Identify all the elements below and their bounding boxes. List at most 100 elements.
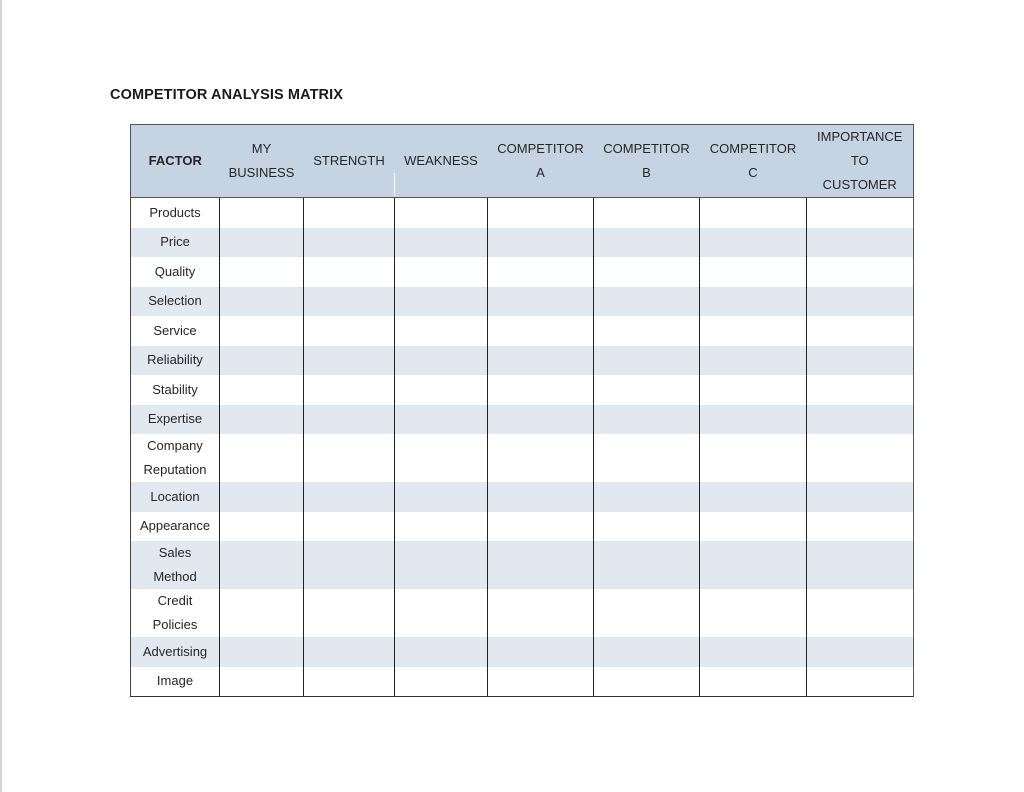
- entry-cell[interactable]: [699, 286, 807, 316]
- entry-cell[interactable]: [394, 316, 488, 346]
- entry-cell[interactable]: [593, 257, 700, 287]
- entry-cell[interactable]: [593, 404, 700, 434]
- entry-cell[interactable]: [487, 375, 594, 405]
- entry-cell[interactable]: [487, 227, 594, 257]
- entry-cell[interactable]: [394, 197, 488, 228]
- entry-cell[interactable]: [487, 541, 594, 589]
- entry-cell[interactable]: [487, 434, 594, 482]
- entry-cell[interactable]: [699, 434, 807, 482]
- entry-cell[interactable]: [303, 589, 395, 637]
- entry-cell[interactable]: [593, 434, 700, 482]
- entry-cell[interactable]: [806, 286, 914, 316]
- entry-cell[interactable]: [593, 316, 700, 346]
- entry-cell[interactable]: [487, 637, 594, 667]
- entry-cell[interactable]: [593, 345, 700, 375]
- entry-cell[interactable]: [303, 434, 395, 482]
- entry-cell[interactable]: [699, 589, 807, 637]
- entry-cell[interactable]: [593, 666, 700, 697]
- entry-cell[interactable]: [806, 666, 914, 697]
- entry-cell[interactable]: [487, 316, 594, 346]
- entry-cell[interactable]: [303, 541, 395, 589]
- entry-cell[interactable]: [394, 257, 488, 287]
- entry-cell[interactable]: [806, 404, 914, 434]
- entry-cell[interactable]: [806, 227, 914, 257]
- entry-cell[interactable]: [593, 482, 700, 512]
- entry-cell[interactable]: [219, 637, 304, 667]
- entry-cell[interactable]: [303, 511, 395, 541]
- entry-cell[interactable]: [303, 345, 395, 375]
- entry-cell[interactable]: [593, 227, 700, 257]
- entry-cell[interactable]: [394, 589, 488, 637]
- entry-cell[interactable]: [699, 666, 807, 697]
- entry-cell[interactable]: [487, 666, 594, 697]
- entry-cell[interactable]: [219, 375, 304, 405]
- entry-cell[interactable]: [487, 589, 594, 637]
- entry-cell[interactable]: [219, 227, 304, 257]
- entry-cell[interactable]: [487, 286, 594, 316]
- entry-cell[interactable]: [806, 345, 914, 375]
- entry-cell[interactable]: [394, 666, 488, 697]
- entry-cell[interactable]: [394, 541, 488, 589]
- entry-cell[interactable]: [487, 404, 594, 434]
- entry-cell[interactable]: [394, 482, 488, 512]
- entry-cell[interactable]: [303, 375, 395, 405]
- entry-cell[interactable]: [219, 257, 304, 287]
- entry-cell[interactable]: [699, 404, 807, 434]
- entry-cell[interactable]: [806, 482, 914, 512]
- entry-cell[interactable]: [394, 375, 488, 405]
- entry-cell[interactable]: [303, 404, 395, 434]
- entry-cell[interactable]: [806, 316, 914, 346]
- entry-cell[interactable]: [303, 257, 395, 287]
- entry-cell[interactable]: [699, 375, 807, 405]
- entry-cell[interactable]: [487, 511, 594, 541]
- entry-cell[interactable]: [303, 482, 395, 512]
- entry-cell[interactable]: [303, 286, 395, 316]
- entry-cell[interactable]: [806, 375, 914, 405]
- entry-cell[interactable]: [394, 404, 488, 434]
- entry-cell[interactable]: [219, 511, 304, 541]
- entry-cell[interactable]: [219, 197, 304, 228]
- entry-cell[interactable]: [219, 541, 304, 589]
- entry-cell[interactable]: [219, 286, 304, 316]
- entry-cell[interactable]: [219, 666, 304, 697]
- entry-cell[interactable]: [806, 257, 914, 287]
- entry-cell[interactable]: [699, 637, 807, 667]
- entry-cell[interactable]: [699, 257, 807, 287]
- entry-cell[interactable]: [593, 541, 700, 589]
- entry-cell[interactable]: [593, 511, 700, 541]
- entry-cell[interactable]: [303, 316, 395, 346]
- entry-cell[interactable]: [806, 434, 914, 482]
- entry-cell[interactable]: [699, 227, 807, 257]
- entry-cell[interactable]: [699, 511, 807, 541]
- entry-cell[interactable]: [806, 541, 914, 589]
- entry-cell[interactable]: [219, 316, 304, 346]
- entry-cell[interactable]: [593, 197, 700, 228]
- entry-cell[interactable]: [699, 197, 807, 228]
- entry-cell[interactable]: [806, 589, 914, 637]
- entry-cell[interactable]: [806, 197, 914, 228]
- entry-cell[interactable]: [593, 637, 700, 667]
- entry-cell[interactable]: [219, 482, 304, 512]
- entry-cell[interactable]: [219, 404, 304, 434]
- entry-cell[interactable]: [487, 257, 594, 287]
- entry-cell[interactable]: [394, 434, 488, 482]
- entry-cell[interactable]: [394, 345, 488, 375]
- entry-cell[interactable]: [806, 511, 914, 541]
- entry-cell[interactable]: [303, 637, 395, 667]
- entry-cell[interactable]: [487, 482, 594, 512]
- entry-cell[interactable]: [699, 482, 807, 512]
- entry-cell[interactable]: [303, 197, 395, 228]
- entry-cell[interactable]: [219, 589, 304, 637]
- entry-cell[interactable]: [806, 637, 914, 667]
- entry-cell[interactable]: [394, 286, 488, 316]
- entry-cell[interactable]: [303, 666, 395, 697]
- entry-cell[interactable]: [593, 589, 700, 637]
- entry-cell[interactable]: [219, 434, 304, 482]
- entry-cell[interactable]: [487, 197, 594, 228]
- entry-cell[interactable]: [699, 316, 807, 346]
- entry-cell[interactable]: [487, 345, 594, 375]
- entry-cell[interactable]: [593, 286, 700, 316]
- entry-cell[interactable]: [394, 227, 488, 257]
- entry-cell[interactable]: [699, 541, 807, 589]
- entry-cell[interactable]: [303, 227, 395, 257]
